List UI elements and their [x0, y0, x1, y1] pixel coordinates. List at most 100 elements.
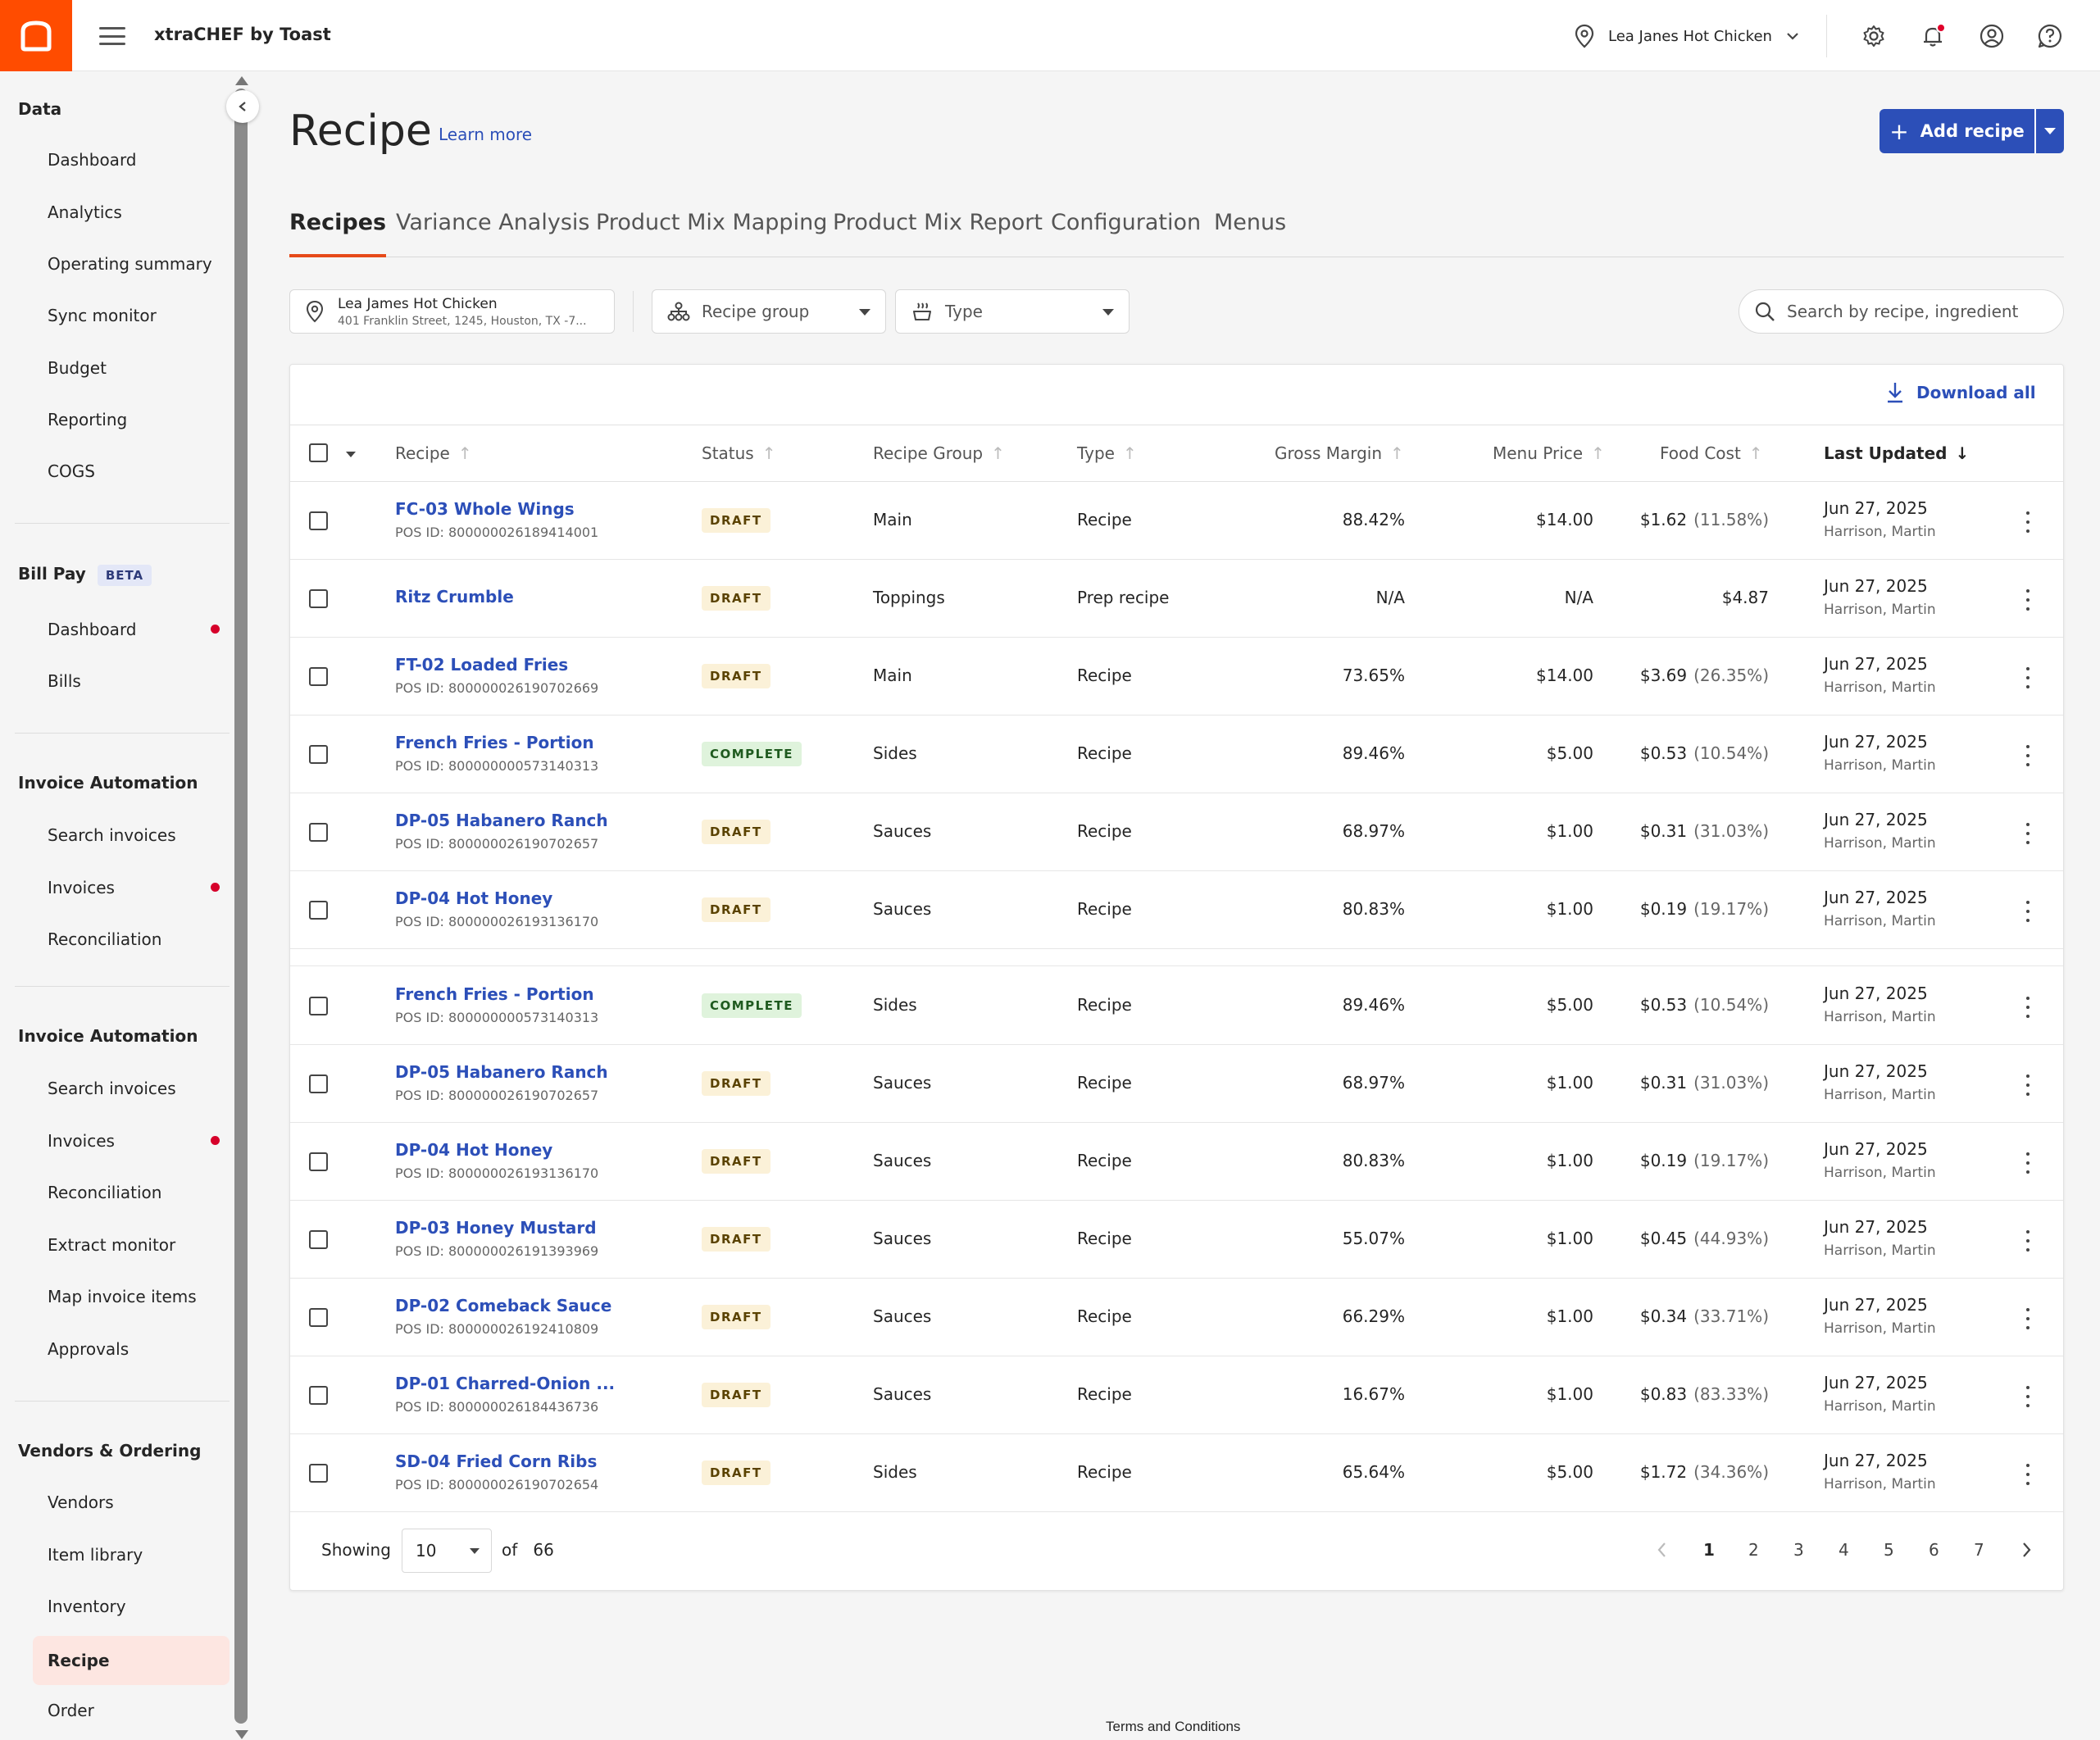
sidebar-item-sync-monitor[interactable]: Sync monitor	[33, 294, 230, 337]
row-checkbox[interactable]	[309, 1230, 328, 1249]
column-header-menu-price[interactable]: Menu Price ↑	[1493, 443, 1605, 463]
tab-product-mix-mapping[interactable]: Product Mix Mapping	[596, 210, 827, 257]
row-checkbox[interactable]	[309, 901, 328, 920]
sidebar-scrollbar[interactable]	[234, 89, 248, 1724]
row-checkbox[interactable]	[309, 997, 328, 1015]
sidebar-item-operating-summary[interactable]: Operating summary	[33, 243, 230, 285]
row-actions-icon[interactable]	[2020, 511, 2036, 533]
table-row[interactable]: DP-05 Habanero Ranch POS ID: 800000026190…	[290, 793, 2063, 871]
page-1[interactable]: 1	[1703, 1540, 1715, 1560]
page-6[interactable]: 6	[1929, 1540, 1939, 1560]
sidebar-item-reconciliation[interactable]: Reconciliation	[33, 918, 230, 961]
row-checkbox[interactable]	[309, 745, 328, 764]
tab-product-mix-report[interactable]: Product Mix Report	[833, 210, 1043, 257]
learn-more-link[interactable]: Learn more	[439, 125, 532, 144]
row-actions-icon[interactable]	[2020, 1386, 2036, 1407]
row-checkbox[interactable]	[309, 1308, 328, 1327]
add-recipe-button[interactable]: + Add recipe	[1880, 109, 2034, 153]
select-all-checkbox[interactable]	[309, 443, 328, 462]
table-row[interactable]: DP-05 Habanero Ranch POS ID: 800000026190…	[290, 1045, 2063, 1123]
next-page-icon[interactable]	[2020, 1540, 2033, 1560]
table-row[interactable]: Ritz Crumble DRAFT Toppings Prep recipe N/A N…	[290, 560, 2063, 638]
recipe-name-link[interactable]: FC-03 Whole Wings	[395, 499, 575, 519]
tab-configuration[interactable]: Configuration	[1051, 210, 1201, 257]
page-size-select[interactable]: 10	[402, 1529, 492, 1573]
sidebar-item-invoices[interactable]: Invoices	[33, 866, 230, 909]
tab-variance-analysis[interactable]: Variance Analysis	[396, 210, 589, 257]
page-3[interactable]: 3	[1793, 1540, 1804, 1560]
row-actions-icon[interactable]	[2020, 997, 2036, 1018]
location-filter[interactable]: Lea James Hot Chicken 401 Franklin Stree…	[289, 289, 615, 334]
terms-link[interactable]: Terms and Conditions	[1106, 1719, 1240, 1735]
download-all-button[interactable]: Download all	[1885, 381, 2036, 404]
row-actions-icon[interactable]	[2020, 823, 2036, 844]
sidebar-item-billpay-dashboard[interactable]: Dashboard	[33, 608, 230, 651]
row-actions-icon[interactable]	[2020, 901, 2036, 922]
search-input[interactable]: Search by recipe, ingredient	[1787, 302, 2018, 321]
settings-icon[interactable]	[1859, 21, 1889, 51]
row-checkbox[interactable]	[309, 1386, 328, 1405]
recipe-name-link[interactable]: DP-04 Hot Honey	[395, 1140, 552, 1160]
recipe-name-link[interactable]: SD-04 Fried Corn Ribs	[395, 1452, 597, 1471]
row-actions-icon[interactable]	[2020, 1464, 2036, 1485]
help-icon[interactable]	[2035, 21, 2065, 51]
sidebar-item-dashboard[interactable]: Dashboard	[33, 139, 230, 181]
row-actions-icon[interactable]	[2020, 745, 2036, 766]
type-filter[interactable]: Type	[895, 289, 1130, 334]
row-checkbox[interactable]	[309, 823, 328, 842]
sidebar-item-search-invoices[interactable]: Search invoices	[33, 814, 230, 856]
table-row[interactable]: DP-01 Charred-Onion ... POS ID: 800000026…	[290, 1356, 2063, 1434]
table-row[interactable]: DP-03 Honey Mustard POS ID: 8000000261913…	[290, 1201, 2063, 1279]
recipe-name-link[interactable]: DP-03 Honey Mustard	[395, 1218, 597, 1238]
recipe-name-link[interactable]: DP-02 Comeback Sauce	[395, 1296, 611, 1315]
row-checkbox[interactable]	[309, 1464, 328, 1483]
page-2[interactable]: 2	[1748, 1540, 1759, 1560]
tab-menus[interactable]: Menus	[1214, 210, 1286, 257]
column-header-type[interactable]: Type ↑	[1077, 443, 1137, 463]
scroll-up-arrow-icon[interactable]	[235, 76, 248, 85]
notifications-icon[interactable]	[1918, 21, 1948, 51]
recipe-name-link[interactable]: DP-04 Hot Honey	[395, 888, 552, 908]
recipe-name-link[interactable]: French Fries - Portion	[395, 984, 594, 1004]
table-row[interactable]: SD-04 Fried Corn Ribs POS ID: 80000002619…	[290, 1434, 2063, 1512]
sidebar-item-search-invoices[interactable]: Search invoices	[33, 1067, 230, 1110]
table-row[interactable]: DP-02 Comeback Sauce POS ID: 800000026192…	[290, 1279, 2063, 1356]
sidebar-item-reporting[interactable]: Reporting	[33, 398, 230, 441]
column-header-food-cost[interactable]: Food Cost ↑	[1660, 443, 1763, 463]
page-4[interactable]: 4	[1839, 1540, 1849, 1560]
sidebar-item-reconciliation[interactable]: Reconciliation	[33, 1171, 230, 1214]
sidebar-item-approvals[interactable]: Approvals	[33, 1328, 230, 1370]
row-checkbox[interactable]	[309, 511, 328, 530]
add-recipe-dropdown-button[interactable]	[2034, 109, 2064, 153]
select-menu-caret-icon[interactable]	[346, 452, 356, 457]
table-row[interactable]: French Fries - Portion POS ID: 8000000005…	[290, 967, 2063, 1045]
row-actions-icon[interactable]	[2020, 1074, 2036, 1096]
row-actions-icon[interactable]	[2020, 1230, 2036, 1252]
location-selector[interactable]: Lea Janes Hot Chicken	[1574, 21, 1800, 51]
table-row[interactable]: DP-04 Hot Honey POS ID: 80000002619313617…	[290, 1123, 2063, 1201]
row-actions-icon[interactable]	[2020, 1308, 2036, 1329]
sidebar-item-extract-monitor[interactable]: Extract monitor	[33, 1224, 230, 1266]
sidebar-item-inventory[interactable]: Inventory	[33, 1585, 230, 1628]
table-row[interactable]: French Fries - Portion POS ID: 8000000005…	[290, 716, 2063, 793]
search-box[interactable]: Search by recipe, ingredient	[1739, 289, 2064, 334]
recipe-group-filter[interactable]: Recipe group	[652, 289, 886, 334]
column-header-status[interactable]: Status ↑	[702, 443, 776, 463]
page-5[interactable]: 5	[1884, 1540, 1894, 1560]
sidebar-item-cogs[interactable]: COGS	[33, 450, 230, 493]
sidebar-item-item-library[interactable]: Item library	[33, 1533, 230, 1576]
column-header-recipe-group[interactable]: Recipe Group ↑	[873, 443, 1005, 463]
row-checkbox[interactable]	[309, 1152, 328, 1171]
recipe-name-link[interactable]: DP-05 Habanero Ranch	[395, 811, 608, 830]
sidebar-item-bills[interactable]: Bills	[33, 660, 230, 702]
sidebar-item-recipe[interactable]: Recipe	[33, 1636, 230, 1685]
row-checkbox[interactable]	[309, 589, 328, 608]
column-header-last-updated[interactable]: Last Updated ↓	[1824, 443, 1969, 463]
menu-icon[interactable]	[99, 25, 125, 48]
table-row[interactable]: FC-03 Whole Wings POS ID: 800000026189414…	[290, 482, 2063, 560]
sidebar-item-order[interactable]: Order	[33, 1689, 230, 1732]
collapse-sidebar-button[interactable]	[226, 90, 259, 123]
page-7[interactable]: 7	[1974, 1540, 1984, 1560]
table-row[interactable]: FT-02 Loaded Fries POS ID: 80000002619070…	[290, 638, 2063, 716]
recipe-name-link[interactable]: DP-05 Habanero Ranch	[395, 1062, 608, 1082]
